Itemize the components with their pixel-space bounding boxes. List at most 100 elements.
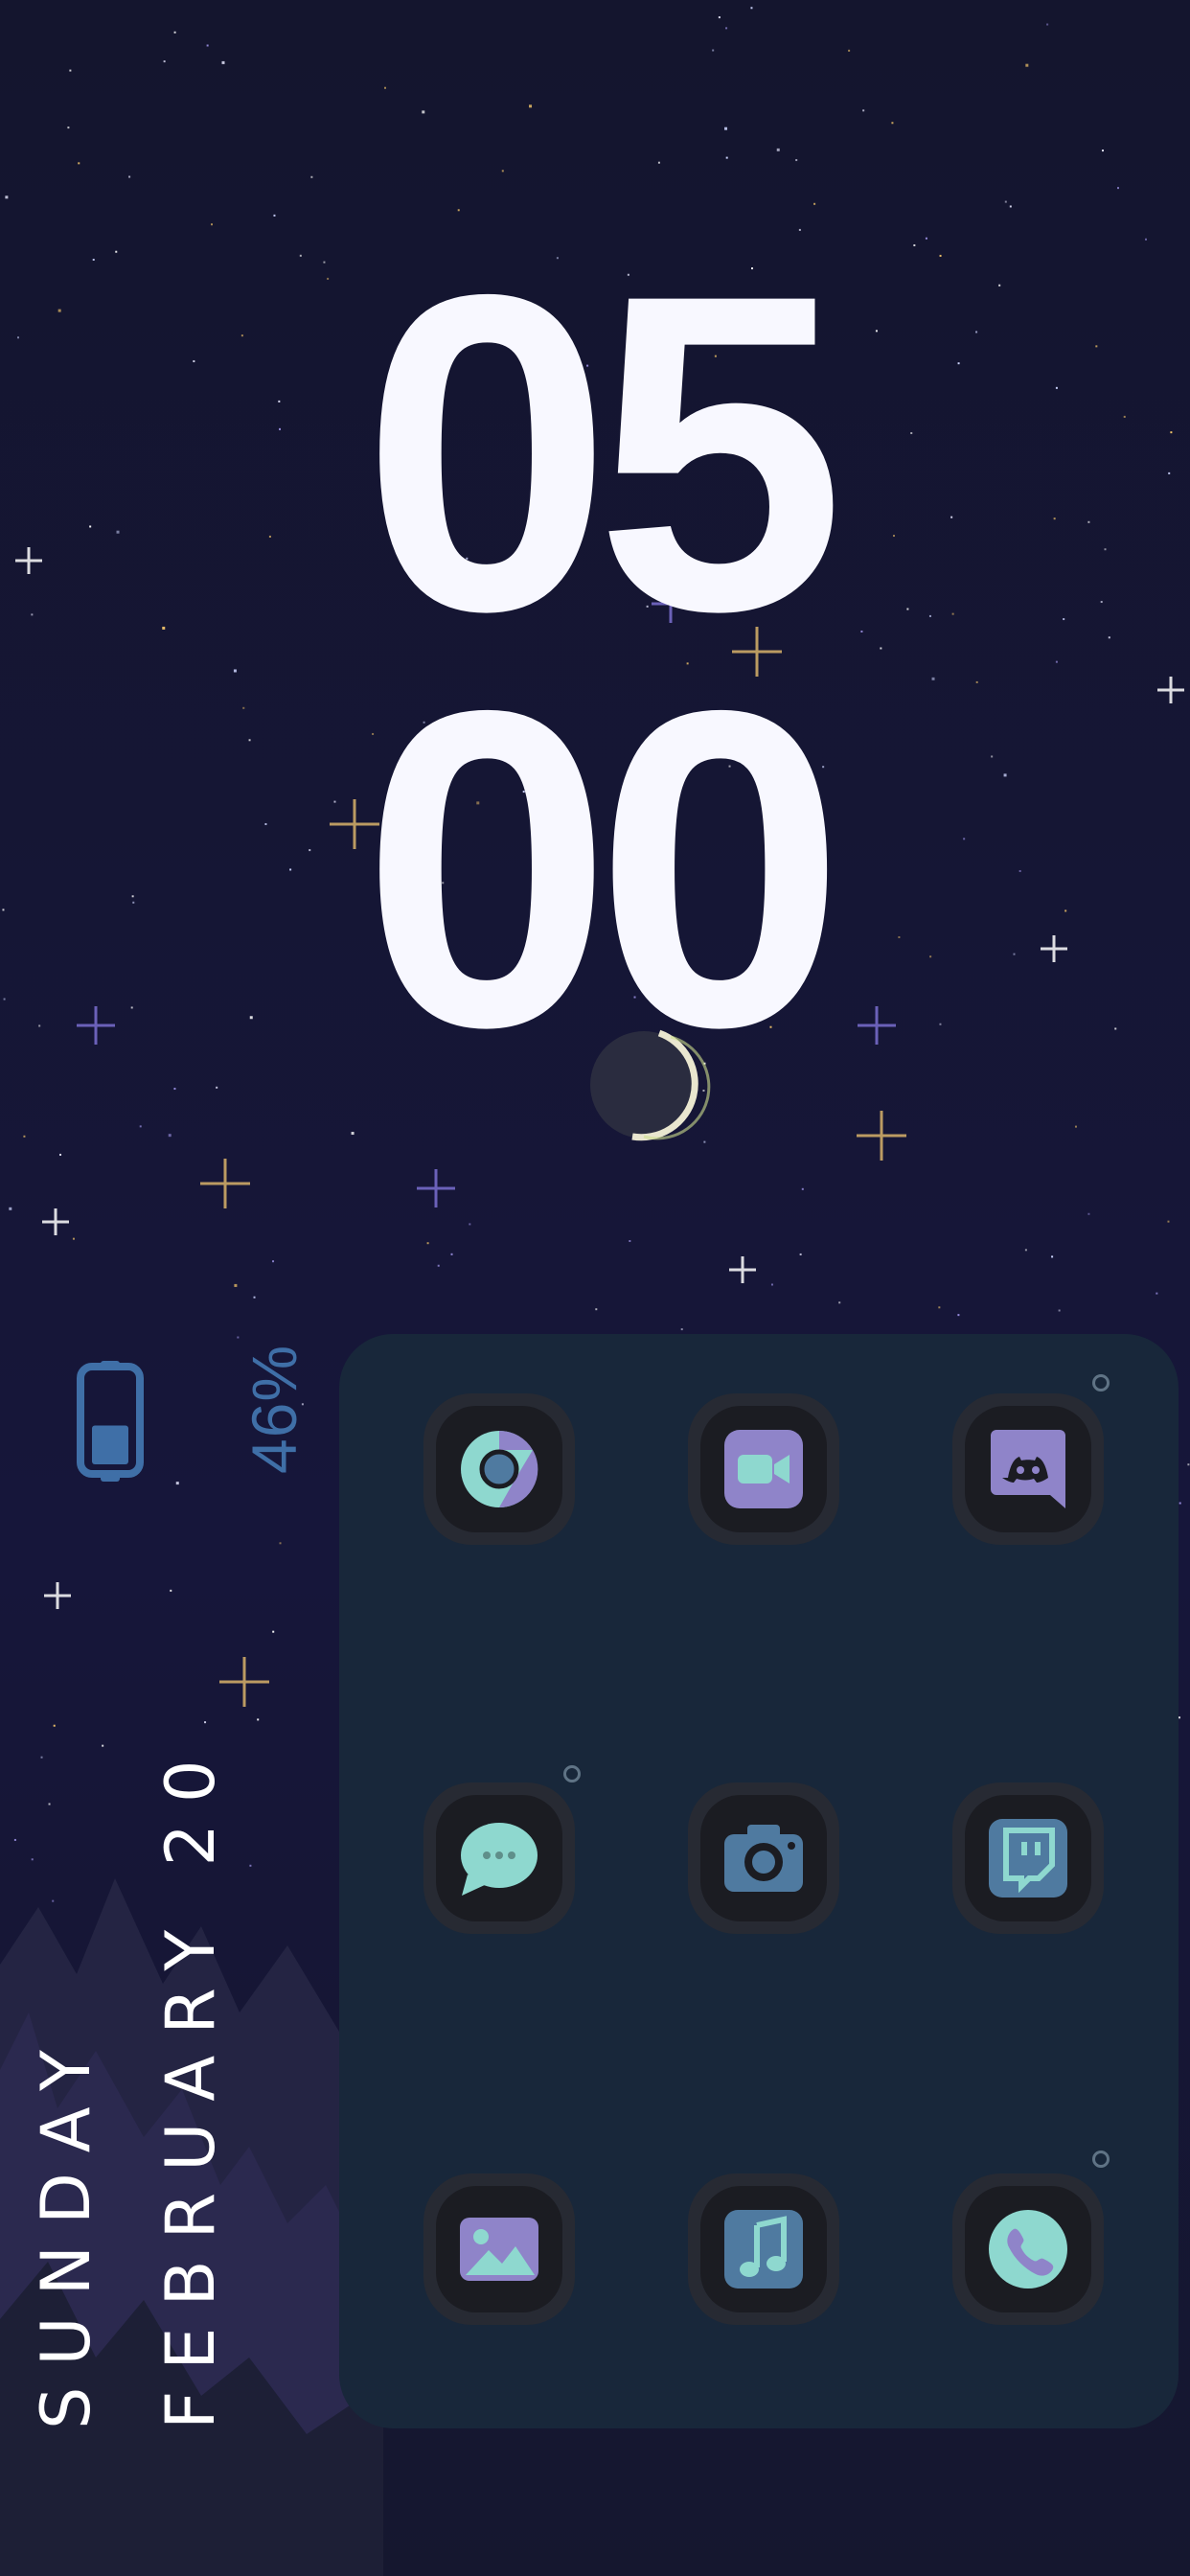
clock-minutes: 00 <box>361 617 846 1120</box>
app-messages[interactable] <box>423 1782 575 1934</box>
star <box>712 49 715 52</box>
chrome-icon <box>461 1430 538 1508</box>
app-discord[interactable] <box>952 1393 1104 1545</box>
star <box>595 1308 598 1311</box>
star <box>776 148 780 151</box>
chat-bubble-icon <box>461 1823 538 1896</box>
star <box>102 1744 104 1747</box>
star <box>175 1482 179 1485</box>
star <box>1117 187 1120 190</box>
star <box>173 31 176 34</box>
star <box>69 69 72 72</box>
star <box>750 7 753 10</box>
star <box>67 126 70 129</box>
star <box>383 86 386 89</box>
star <box>206 44 209 47</box>
app-camera[interactable] <box>688 1782 839 1934</box>
star <box>469 1223 471 1226</box>
star <box>1087 1212 1090 1215</box>
star <box>273 214 276 217</box>
star <box>139 1125 142 1128</box>
star <box>1009 205 1012 208</box>
star <box>529 104 533 108</box>
star <box>1101 150 1104 152</box>
star <box>237 1336 240 1339</box>
star <box>680 1328 683 1331</box>
star <box>938 1306 941 1309</box>
star <box>5 196 9 199</box>
image-icon <box>460 2218 538 2281</box>
star <box>204 1721 207 1724</box>
app-phone[interactable] <box>952 2174 1104 2325</box>
star <box>272 1630 275 1633</box>
star <box>1167 1220 1170 1223</box>
clock-hours: 05 <box>361 201 846 704</box>
star <box>72 1237 75 1240</box>
star <box>211 223 214 226</box>
star <box>957 1314 960 1317</box>
star <box>1156 1292 1158 1295</box>
star <box>426 1242 429 1245</box>
star <box>53 1724 56 1727</box>
star <box>310 175 313 178</box>
date-month-day: FEBRUARY 20 <box>151 1738 230 2429</box>
notification-dot <box>1092 2150 1110 2168</box>
star <box>724 126 728 130</box>
star <box>48 1803 51 1806</box>
star <box>629 1240 631 1243</box>
star <box>770 1283 773 1286</box>
star <box>257 1718 260 1721</box>
star <box>168 1134 172 1138</box>
star <box>891 122 894 125</box>
camera-icon <box>724 1825 803 1892</box>
star <box>1051 1255 1054 1258</box>
star <box>1046 23 1049 26</box>
star <box>40 1756 43 1759</box>
app-gallery[interactable] <box>423 2174 575 2325</box>
star <box>799 1253 802 1255</box>
star <box>1024 1249 1027 1252</box>
app-chrome[interactable] <box>423 1393 575 1545</box>
date-weekday: SUNDAY <box>27 2029 105 2429</box>
star <box>23 1135 26 1138</box>
star <box>163 60 166 63</box>
star <box>1179 1502 1181 1505</box>
star <box>838 1301 841 1304</box>
video-camera-icon <box>724 1430 803 1508</box>
star <box>795 159 798 162</box>
app-music[interactable] <box>688 2174 839 2325</box>
star <box>862 109 865 112</box>
star <box>1179 1716 1181 1719</box>
app-drawer-panel <box>339 1334 1179 2428</box>
star <box>253 1296 256 1299</box>
star <box>848 49 851 52</box>
star <box>128 175 131 178</box>
app-video[interactable] <box>688 1393 839 1545</box>
star <box>1187 1463 1190 1466</box>
notification-dot <box>563 1765 581 1782</box>
star <box>801 1187 804 1190</box>
star <box>657 161 660 164</box>
star <box>1025 63 1029 67</box>
star <box>501 170 504 172</box>
battery-icon <box>77 1361 144 1482</box>
music-note-icon <box>724 2210 803 2288</box>
star <box>351 1132 355 1136</box>
star <box>437 1264 440 1267</box>
discord-icon <box>991 1430 1065 1508</box>
app-twitch[interactable] <box>952 1782 1104 1934</box>
star <box>1004 200 1007 203</box>
star <box>279 1542 282 1545</box>
star <box>725 156 728 159</box>
star <box>1074 1125 1077 1128</box>
star <box>422 110 425 114</box>
star <box>170 1589 172 1592</box>
twitch-icon <box>989 1819 1067 1898</box>
star <box>703 1140 706 1143</box>
star <box>272 1260 275 1263</box>
star <box>725 27 728 30</box>
star <box>234 1283 238 1287</box>
star <box>450 1253 453 1255</box>
star <box>78 162 80 165</box>
star <box>59 1153 62 1156</box>
